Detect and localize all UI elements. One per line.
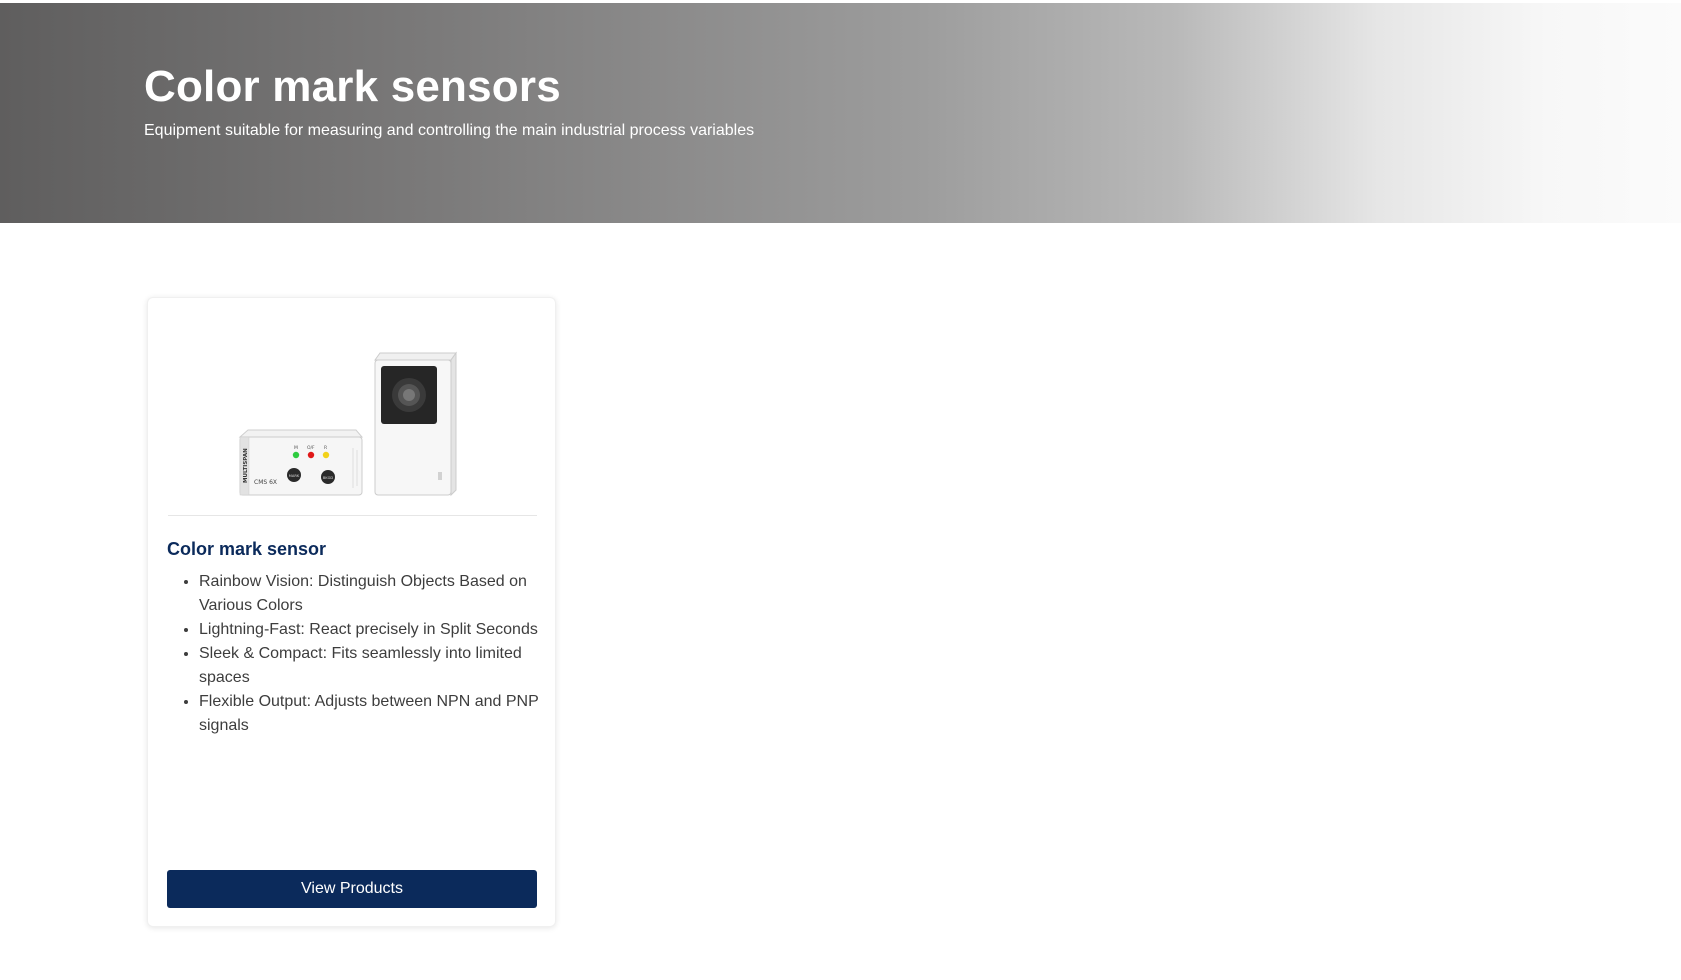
led-label-m: M bbox=[294, 445, 298, 451]
page-subtitle: Equipment suitable for measuring and con… bbox=[144, 122, 755, 139]
product-card: MULTISPAN CMS 6X M O/F R MARK BKGD Color… bbox=[147, 297, 556, 927]
green-led-icon bbox=[292, 451, 300, 459]
bkgd-button-label: BKGD bbox=[323, 476, 334, 480]
led-label-of: O/F bbox=[307, 445, 315, 451]
product-title: Color mark sensor bbox=[167, 539, 327, 559]
mark-button-label: MARK bbox=[289, 474, 300, 478]
yellow-led-icon bbox=[322, 451, 330, 459]
product-brand-label: MULTISPAN bbox=[243, 448, 249, 483]
feature-item: Lightning-Fast: React precisely in Split… bbox=[199, 618, 539, 642]
product-image: MULTISPAN CMS 6X M O/F R MARK BKGD bbox=[168, 318, 537, 516]
page-title: Color mark sensors bbox=[144, 62, 561, 111]
led-label-r: R bbox=[324, 445, 327, 451]
page-hero-banner: Color mark sensors Equipment suitable fo… bbox=[0, 3, 1681, 223]
product-model-label: CMS 6X bbox=[254, 479, 277, 486]
product-feature-list: Rainbow Vision: Distinguish Objects Base… bbox=[167, 570, 539, 738]
feature-item: Flexible Output: Adjusts between NPN and… bbox=[199, 690, 539, 738]
red-led-icon bbox=[307, 451, 315, 459]
view-products-button[interactable]: View Products bbox=[167, 870, 537, 908]
color-mark-sensor-illustration: MULTISPAN CMS 6X M O/F R MARK BKGD bbox=[238, 351, 457, 497]
sensor-lens-icon bbox=[403, 389, 415, 401]
feature-item: Rainbow Vision: Distinguish Objects Base… bbox=[199, 570, 539, 618]
feature-item: Sleek & Compact: Fits seamlessly into li… bbox=[199, 642, 539, 690]
